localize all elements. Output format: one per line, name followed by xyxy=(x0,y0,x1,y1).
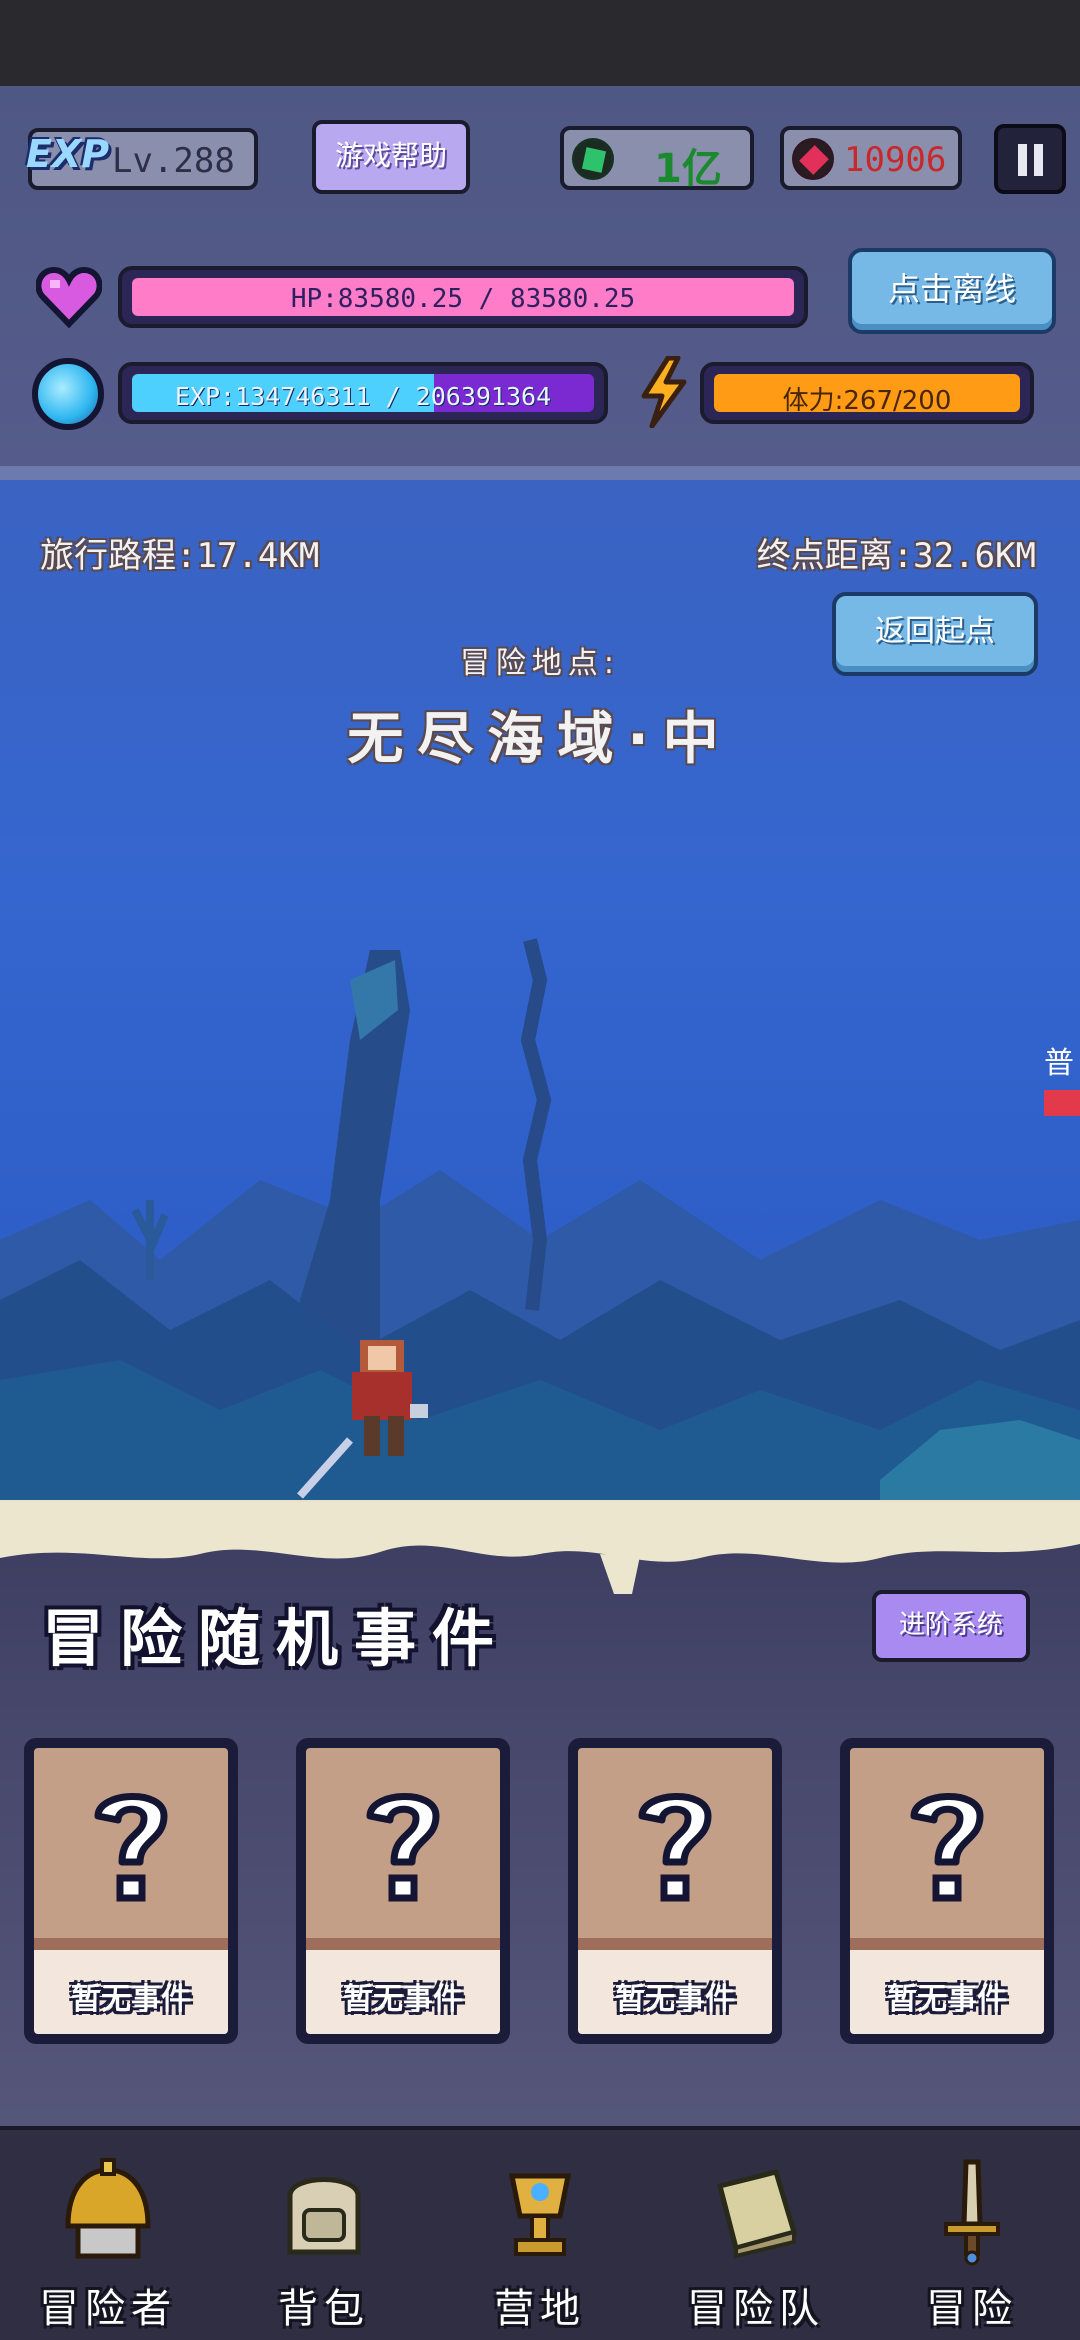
lightning-icon xyxy=(641,356,687,428)
nav-camp-label: 营地 xyxy=(494,2286,586,2332)
red-gem-counter[interactable]: 10906 xyxy=(780,126,962,190)
level-badge: EXP Lv.288 xyxy=(26,128,258,190)
question-mark-icon xyxy=(366,1793,440,1902)
bottom-navigation: 冒险者 背包 营地 冒险队 冒险 xyxy=(0,2126,1080,2340)
backpack-icon xyxy=(287,2177,361,2255)
events-title: 冒险随机事件 xyxy=(42,1602,511,1675)
offline-button[interactable]: 点击离线 xyxy=(848,248,1056,334)
exp-text: EXP:134746311 / 206391364 xyxy=(174,382,552,411)
game-help-button[interactable]: 游戏帮助 xyxy=(312,120,470,194)
event-card-label: 暂无事件 xyxy=(887,1982,1007,2017)
event-card-label: 暂无事件 xyxy=(71,1982,191,2017)
nav-adventurer-label: 冒险者 xyxy=(39,2286,177,2332)
red-gem-icon xyxy=(792,138,834,180)
heart-icon xyxy=(36,266,102,328)
pause-button[interactable] xyxy=(994,124,1066,194)
event-card[interactable]: 暂无事件 xyxy=(840,1738,1054,2044)
nav-camp[interactable]: 营地 xyxy=(432,2130,648,2340)
helmet-icon xyxy=(65,2158,151,2259)
sand-ground xyxy=(0,1502,1080,1594)
system-status-bar xyxy=(0,0,1080,86)
event-card[interactable]: 暂无事件 xyxy=(568,1738,782,2044)
header-divider xyxy=(0,466,1080,480)
nav-backpack[interactable]: 背包 xyxy=(216,2130,432,2340)
event-card[interactable]: 暂无事件 xyxy=(296,1738,510,2044)
question-mark-icon xyxy=(638,1793,712,1902)
event-card-face: 暂无事件 xyxy=(306,1748,500,2034)
trophy-icon xyxy=(508,2173,572,2256)
event-card[interactable]: 暂无事件 xyxy=(24,1738,238,2044)
stamina-bar: 体力:267/200 xyxy=(700,362,1034,424)
book-icon xyxy=(716,2168,798,2259)
green-gem-value: 1亿 xyxy=(654,146,722,192)
nav-backpack-label: 背包 xyxy=(278,2286,370,2332)
remaining-distance: 终点距离:32.6KM xyxy=(756,536,1036,576)
green-gem-counter[interactable]: 1亿 xyxy=(560,126,754,192)
game-scene: 旅行路程:17.4KM 终点距离:32.6KM 冒险地点: 无尽海域·中 返回起… xyxy=(0,480,1080,1502)
hp-bar: HP:83580.25 / 83580.25 xyxy=(118,266,808,328)
advance-system-label: 进阶系统 xyxy=(898,1610,1003,1640)
event-card-label: 暂无事件 xyxy=(615,1982,735,2017)
sword-icon xyxy=(944,2159,1000,2266)
question-mark-icon xyxy=(94,1793,168,1902)
event-card-label: 暂无事件 xyxy=(343,1982,463,2017)
nav-team-label: 冒险队 xyxy=(687,2286,825,2332)
game-help-label: 游戏帮助 xyxy=(334,139,447,172)
event-card-face: 暂无事件 xyxy=(34,1748,228,2034)
return-to-start-label: 返回起点 xyxy=(875,614,995,649)
exp-logo: EXP xyxy=(26,132,110,176)
location-name: 无尽海域·中 xyxy=(347,707,733,772)
player-level: Lv.288 xyxy=(112,141,235,181)
nav-adventure-label: 冒险 xyxy=(926,2286,1018,2332)
hp-text: HP:83580.25 / 83580.25 xyxy=(290,284,636,314)
exp-bar: EXP:134746311 / 206391364 xyxy=(118,362,608,424)
nav-team[interactable]: 冒险队 xyxy=(648,2130,864,2340)
nav-adventure[interactable]: 冒险 xyxy=(864,2130,1080,2340)
green-gem-icon xyxy=(572,138,614,180)
nav-adventurer[interactable]: 冒险者 xyxy=(0,2130,216,2340)
random-events-panel: 冒险随机事件 进阶系统 暂无事件 暂无事件 暂无事件 暂无事件 xyxy=(0,1502,1080,2126)
offline-label: 点击离线 xyxy=(887,270,1016,308)
mana-orb-icon xyxy=(32,358,104,430)
enemy-label: 普 xyxy=(1044,1046,1074,1081)
stamina-text: 体力:267/200 xyxy=(782,386,952,416)
question-mark-icon xyxy=(910,1793,984,1902)
event-card-face: 暂无事件 xyxy=(578,1748,772,2034)
event-card-face: 暂无事件 xyxy=(850,1748,1044,2034)
red-gem-value: 10906 xyxy=(844,140,947,180)
travel-distance: 旅行路程:17.4KM xyxy=(40,536,320,576)
advance-system-button[interactable]: 进阶系统 xyxy=(872,1590,1030,1662)
return-to-start-button[interactable]: 返回起点 xyxy=(832,592,1038,676)
enemy-hp-bar xyxy=(1044,1090,1080,1116)
